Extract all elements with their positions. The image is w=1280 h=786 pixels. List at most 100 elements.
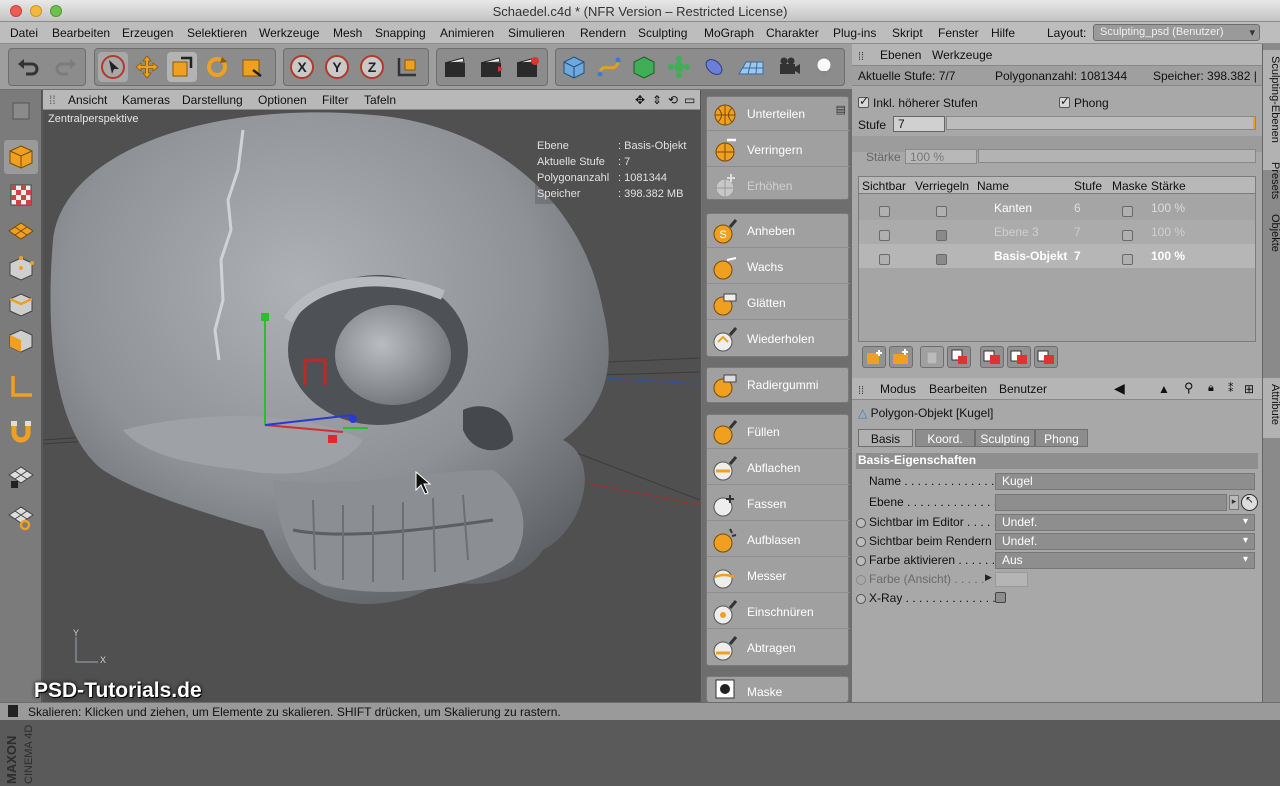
render-settings-button[interactable] — [512, 52, 542, 82]
panel-grip-icon[interactable] — [858, 49, 868, 61]
light-button[interactable] — [809, 52, 839, 82]
menu-fenster[interactable]: Fenster — [938, 26, 979, 40]
visible-render-select[interactable]: Undef. — [995, 533, 1255, 550]
col-header[interactable]: Stufe — [1074, 179, 1102, 193]
lock-checkbox[interactable] — [936, 230, 947, 241]
up-arrow-icon[interactable]: ▲ — [1158, 382, 1170, 396]
attr-menu-modus[interactable]: Modus — [880, 382, 916, 396]
mask-checkbox[interactable] — [1122, 230, 1133, 241]
col-header[interactable]: Verriegeln — [915, 179, 969, 193]
layer-field[interactable] — [995, 494, 1227, 511]
layout-dropdown[interactable]: Sculpting_psd (Benutzer) — [1093, 24, 1260, 41]
animate-radio-icon[interactable] — [856, 518, 866, 528]
viewport-menu-filter[interactable]: Filter — [322, 93, 349, 107]
stufe-field[interactable]: 7 — [893, 116, 945, 132]
brush-erhoehen[interactable]: Erhöhen — [707, 169, 850, 203]
layer-row[interactable]: Kanten 6 100 % — [859, 196, 1255, 220]
coordinate-system-button[interactable] — [392, 52, 422, 82]
layer-row[interactable]: Basis-Objekt 7 100 % — [859, 244, 1255, 268]
menu-charakter[interactable]: Charakter — [766, 26, 819, 40]
brush-aufblasen[interactable]: Aufblasen — [707, 523, 850, 557]
lock-checkbox[interactable] — [936, 254, 947, 265]
viewport-zoom-icon[interactable]: ⇕ — [652, 93, 662, 107]
tab-ebenen[interactable]: Ebenen — [880, 48, 921, 62]
model-mode-button[interactable] — [4, 140, 38, 174]
animate-radio-icon[interactable] — [856, 537, 866, 547]
menu-hilfe[interactable]: Hilfe — [991, 26, 1015, 40]
mask-checkbox[interactable] — [1122, 254, 1133, 265]
viewport-maximize-icon[interactable]: ▭ — [684, 93, 695, 107]
points-mode-button[interactable] — [4, 252, 38, 286]
cube-button[interactable] — [559, 52, 589, 82]
menu-selektieren[interactable]: Selektieren — [187, 26, 247, 40]
viewport-rotate-icon[interactable]: ⟲ — [668, 93, 678, 107]
tab-basis[interactable]: Basis — [858, 429, 913, 447]
phong-checkbox[interactable]: Phong — [1059, 94, 1109, 110]
render-picture-viewer-button[interactable] — [476, 52, 506, 82]
move-tool-button[interactable] — [132, 52, 162, 82]
lock-z-button[interactable]: Z — [357, 52, 387, 82]
generator-button[interactable] — [629, 52, 659, 82]
spline-button[interactable] — [594, 52, 624, 82]
axis-mode-button[interactable] — [4, 370, 38, 404]
add-layer-button[interactable] — [862, 346, 886, 368]
brush-wachs[interactable]: Wachs — [707, 250, 850, 284]
tab-sculpting[interactable]: Sculpting — [975, 429, 1035, 447]
tab-koord[interactable]: Koord. — [915, 429, 975, 447]
lock-x-button[interactable]: X — [287, 52, 317, 82]
brush-glaetten[interactable]: Glätten — [707, 286, 850, 320]
deformer-button[interactable] — [699, 52, 729, 82]
menu-erzeugen[interactable]: Erzeugen — [122, 26, 173, 40]
col-header[interactable]: Stärke — [1151, 179, 1186, 193]
xray-checkbox[interactable] — [995, 592, 1006, 603]
brush-wiederholen[interactable]: Wiederholen — [707, 322, 850, 356]
render-view-button[interactable] — [440, 52, 470, 82]
redo-button[interactable] — [51, 52, 81, 82]
make-editable-button[interactable] — [4, 94, 38, 128]
viewport-menu-tafeln[interactable]: Tafeln — [364, 93, 396, 107]
brush-unterteilen[interactable]: Unterteilen ▤ — [707, 97, 850, 131]
color-activate-select[interactable]: Aus — [995, 552, 1255, 569]
attr-menu-bearbeiten[interactable]: Bearbeiten — [929, 382, 987, 396]
rotate-tool-button[interactable] — [202, 52, 232, 82]
menu-werkzeuge[interactable]: Werkzeuge — [259, 26, 319, 40]
col-header[interactable]: Maske — [1112, 179, 1147, 193]
brush-maske[interactable]: Maske — [707, 677, 850, 703]
brush-anheben[interactable]: S Anheben — [707, 214, 850, 248]
tab-werkzeuge[interactable]: Werkzeuge — [932, 48, 992, 62]
expand-arrow-icon[interactable]: ▶ — [985, 572, 992, 583]
scale-tool-button[interactable] — [167, 52, 197, 82]
lock-y-button[interactable]: Y — [322, 52, 352, 82]
col-header[interactable]: Sichtbar — [862, 179, 906, 193]
tab-objekte[interactable]: Objekte — [1263, 208, 1280, 258]
add-folder-button[interactable] — [889, 346, 913, 368]
brush-abtragen[interactable]: Abtragen — [707, 631, 850, 665]
viewport-menu-kameras[interactable]: Kameras — [122, 93, 170, 107]
copy-layer-button[interactable] — [980, 346, 1004, 368]
visible-checkbox[interactable] — [879, 254, 890, 265]
search-icon[interactable]: ⚲ — [1184, 380, 1194, 396]
panel-grip-icon[interactable] — [858, 383, 868, 395]
tab-presets[interactable]: Presets — [1263, 156, 1280, 206]
workplane-snap-button[interactable] — [4, 500, 38, 534]
menu-animieren[interactable]: Animieren — [440, 26, 494, 40]
visible-checkbox[interactable] — [879, 230, 890, 241]
delete-layer-button[interactable] — [920, 346, 944, 368]
select-tool-button[interactable] — [98, 52, 128, 82]
texture-mode-button[interactable] — [4, 178, 38, 212]
viewport-menu-darstellung[interactable]: Darstellung — [182, 93, 243, 107]
clear-layer-button[interactable] — [947, 346, 971, 368]
menu-bearbeiten[interactable]: Bearbeiten — [52, 26, 110, 40]
menu-mesh[interactable]: Mesh — [333, 26, 362, 40]
brush-fuellen[interactable]: Füllen — [707, 415, 850, 449]
attr-menu-benutzer[interactable]: Benutzer — [999, 382, 1047, 396]
animate-radio-icon[interactable] — [856, 594, 866, 604]
brush-verringern[interactable]: Verringern — [707, 133, 850, 167]
lock-icon[interactable]: 🔒︎ — [1208, 382, 1214, 395]
mask-checkbox[interactable] — [1122, 206, 1133, 217]
workplane-mode-button[interactable] — [4, 214, 38, 248]
merge-layer-button[interactable] — [1007, 346, 1031, 368]
array-button[interactable] — [664, 52, 694, 82]
menu-plugins[interactable]: Plug-ins — [833, 26, 876, 40]
menu-simulieren[interactable]: Simulieren — [508, 26, 565, 40]
